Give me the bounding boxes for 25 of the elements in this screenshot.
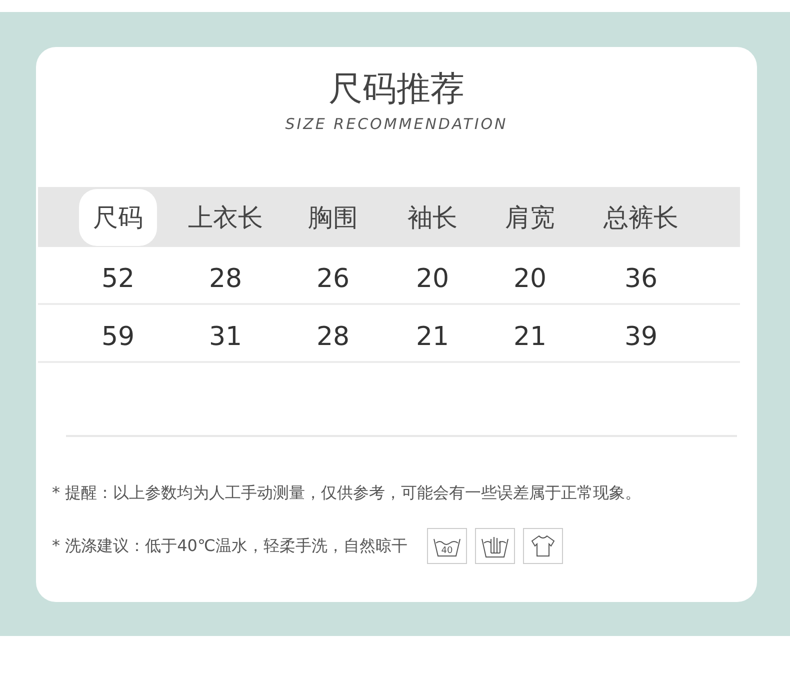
wash-tub-icon: 40 (427, 528, 468, 564)
note-text: * 洗涤建议：低于40℃温水，轻柔手洗，自然晾干 (52, 536, 408, 556)
note-text: * 提醒：以上参数均为人工手动测量，仅供参考，可能会有一些误差属于正常现象。 (52, 483, 642, 504)
table-cell: 21 (416, 322, 450, 352)
column-header: 肩宽 (505, 202, 555, 234)
table-cell: 36 (624, 264, 658, 294)
page-subtitle: SIZE RECOMMENDATION (284, 115, 509, 133)
column-header: 上衣长 (188, 202, 263, 234)
table-cell: 28 (316, 322, 350, 352)
table-cell: 20 (416, 264, 450, 294)
table-cell: 21 (513, 322, 547, 352)
table-cell: 52 (101, 264, 135, 294)
table-cell: 39 (624, 322, 658, 352)
hand-wash-icon (475, 528, 516, 564)
table-cell: 26 (316, 264, 350, 294)
table-cell: 28 (208, 264, 242, 294)
page-title: 尺码推荐 (328, 68, 466, 111)
table-cell: 31 (208, 322, 242, 352)
column-header: 胸围 (308, 202, 358, 234)
column-header: 尺码 (79, 188, 157, 246)
column-header: 总裤长 (604, 202, 678, 234)
table-cell: 59 (101, 322, 135, 352)
table-cell: 20 (513, 264, 547, 294)
shirt-icon (523, 528, 564, 564)
column-header: 袖长 (408, 202, 458, 234)
